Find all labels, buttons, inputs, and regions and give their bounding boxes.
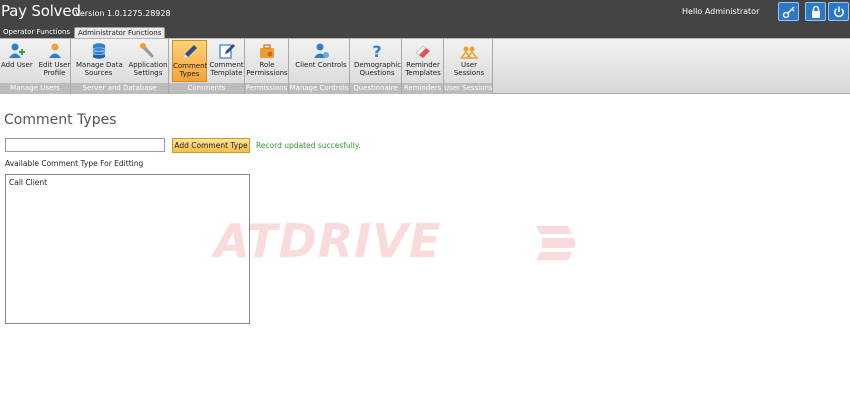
- group-label: User Sessions: [444, 83, 492, 94]
- comment-types-button[interactable]: Comment Types: [172, 40, 207, 82]
- button-label: Role: [259, 61, 275, 69]
- button-label: Manage Data: [76, 61, 123, 69]
- user-sessions-button[interactable]: User Sessions: [451, 40, 487, 82]
- power-button[interactable]: [828, 2, 849, 21]
- database-icon: [92, 43, 105, 59]
- svg-text:?: ?: [372, 42, 381, 60]
- button-label: Templates: [405, 69, 441, 77]
- list-item[interactable]: Call Client: [6, 175, 249, 187]
- button-label: Profile: [43, 69, 66, 77]
- group-label: Comments: [169, 83, 244, 94]
- button-label: Sessions: [453, 69, 485, 77]
- application-settings-button[interactable]: Application Settings: [127, 40, 169, 82]
- group-label: Permissions: [245, 83, 288, 94]
- manage-data-sources-button[interactable]: Manage Data Sources: [76, 40, 123, 82]
- add-comment-type-button[interactable]: Add Comment Type: [172, 138, 250, 153]
- button-label: Application: [128, 61, 168, 69]
- button-label: Add User: [1, 61, 33, 69]
- add-user-button[interactable]: Add User: [1, 40, 33, 82]
- button-label: User: [461, 61, 477, 69]
- button-label: Comment: [209, 61, 244, 69]
- edit-user-profile-button[interactable]: Edit User Profile: [38, 40, 71, 82]
- button-label: Sources: [84, 69, 113, 77]
- button-label: Demographic: [354, 61, 402, 69]
- button-label: Edit User: [38, 61, 71, 69]
- edit-template-icon: [218, 44, 235, 59]
- group-label: Reminders: [402, 83, 443, 94]
- comment-template-button[interactable]: Comment Template: [208, 40, 245, 82]
- button-label: Comment: [173, 62, 208, 70]
- pen-icon: [183, 45, 197, 58]
- lock-icon: [811, 5, 820, 18]
- comment-type-input[interactable]: [5, 138, 165, 152]
- available-list-label: Available Comment Type For Editting: [5, 159, 144, 168]
- watermark-logo: ATDRIVE: [214, 214, 594, 268]
- demographic-questions-button[interactable]: ? Demographic Questions: [354, 40, 402, 82]
- button-label: Settings: [133, 69, 163, 77]
- app-version: Version 1.0.1275.28928: [75, 9, 171, 18]
- users-icon: [460, 46, 478, 59]
- user-greeting: Hello Administrator: [682, 7, 760, 16]
- client-controls-button[interactable]: Client Controls: [294, 40, 348, 82]
- app-title: Pay Solved: [1, 2, 81, 20]
- wrench-icon: [140, 43, 154, 58]
- watermark-text: ATDRIVE: [214, 214, 442, 268]
- button-label: Permissions: [246, 69, 288, 77]
- power-icon: [833, 6, 844, 17]
- question-icon: ?: [372, 42, 381, 60]
- group-label: Questionaire: [350, 83, 401, 94]
- button-label: Client Controls: [295, 61, 347, 69]
- button-label: Questions: [359, 69, 395, 77]
- button-label: Template: [210, 69, 243, 77]
- button-label: Reminder: [406, 61, 440, 69]
- watermark-stripes: [536, 226, 576, 260]
- client-controls-icon: [314, 43, 329, 58]
- reminder-templates-button[interactable]: Reminder Templates: [404, 40, 442, 82]
- edit-user-icon: [48, 43, 61, 58]
- key-icon: [782, 6, 794, 18]
- group-label: Manage Users: [0, 83, 70, 94]
- status-message: Record updated succesfully.: [256, 141, 361, 150]
- lock-button[interactable]: [805, 2, 826, 21]
- eraser-icon: [415, 45, 430, 58]
- group-label: Manage Controls: [289, 83, 349, 94]
- key-button[interactable]: [778, 2, 799, 21]
- add-user-icon: [9, 43, 25, 58]
- role-permissions-button[interactable]: Role Permissions: [246, 40, 288, 82]
- button-label: Types: [179, 70, 200, 78]
- group-label: Server and Database: [71, 83, 168, 94]
- page-title: Comment Types: [4, 112, 117, 128]
- briefcase-icon: [260, 44, 274, 58]
